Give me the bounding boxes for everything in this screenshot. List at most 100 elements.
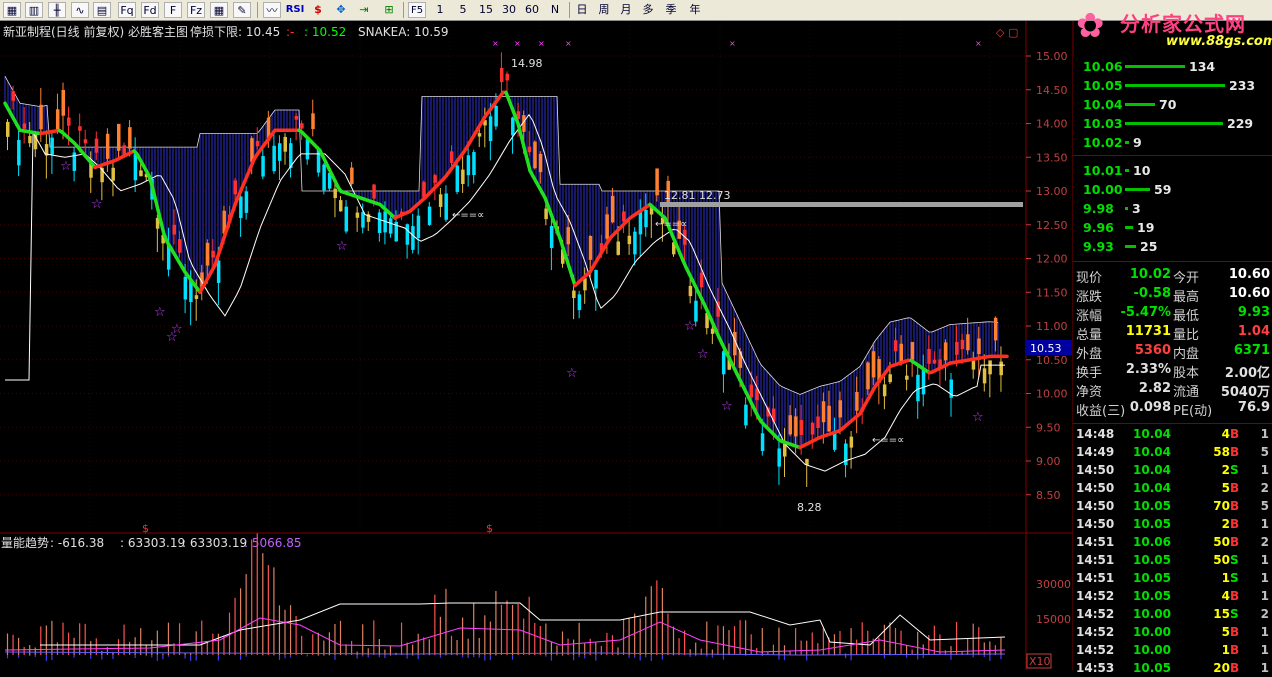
candle-body	[977, 339, 981, 354]
tick-row: 14:5310.0520B1	[1073, 659, 1272, 677]
kline-icon[interactable]: ▤	[93, 2, 111, 18]
candle-body	[988, 360, 992, 374]
order-book-row: 9.9325	[1073, 237, 1272, 255]
export-icon[interactable]: ⇥	[355, 2, 373, 18]
candle-body	[117, 124, 121, 151]
rsi-button[interactable]: RSI	[284, 2, 306, 18]
draw-tools-icon[interactable]: ✎	[233, 2, 251, 18]
range-multi-button[interactable]: 多	[637, 2, 659, 18]
order-price: 9.96	[1083, 220, 1114, 235]
tick-volume: 1	[1222, 643, 1230, 657]
range-year-button[interactable]: 年	[684, 2, 706, 18]
candle-body	[816, 416, 820, 428]
range-day-button[interactable]: 日	[571, 2, 593, 18]
range-quarter-button[interactable]: 季	[660, 2, 682, 18]
candle-body	[655, 168, 659, 195]
candle-body	[272, 146, 276, 171]
fq-icon[interactable]: Fq	[118, 2, 136, 18]
order-book-row: 10.0110	[1073, 161, 1272, 179]
f10-icon[interactable]: F	[164, 2, 182, 18]
volume-signal-line	[5, 652, 1005, 655]
period-1m-button[interactable]: 1	[429, 2, 451, 18]
dollar-marker-icon: $	[486, 522, 493, 535]
quote-row: 换手2.33%股本2.00亿	[1073, 360, 1272, 379]
candle-body	[966, 334, 970, 350]
candle-body	[217, 260, 221, 282]
range-week-button[interactable]: 周	[593, 2, 615, 18]
line-chart-icon[interactable]: ∿	[71, 2, 89, 18]
volume-trend-line	[40, 603, 1005, 645]
candle-body	[999, 362, 1003, 376]
volume-ma-line	[5, 618, 1005, 652]
quote-label: PE(动)	[1173, 400, 1212, 419]
period-n-button[interactable]: N	[544, 2, 566, 18]
candle-body	[500, 68, 504, 82]
price-tick-label: 12.50	[1036, 219, 1068, 232]
candle-body	[944, 342, 948, 360]
order-volume: 59	[1154, 182, 1171, 197]
import-icon[interactable]: ⊞	[380, 2, 398, 18]
app-icon[interactable]: ▦	[3, 2, 21, 18]
bar-chart-icon[interactable]: ▥	[25, 2, 43, 18]
money-icon[interactable]: $	[309, 2, 327, 18]
volume-bars	[8, 533, 1001, 661]
quote-row: 现价10.02今开10.60	[1073, 265, 1272, 284]
candle-body	[417, 216, 421, 238]
tick-row: 14:4910.0458B5	[1073, 443, 1272, 461]
candle-body	[883, 384, 887, 396]
indicator-icon[interactable]: 〰	[263, 2, 281, 18]
candle-body	[894, 340, 898, 351]
order-book-row: 10.05233	[1073, 76, 1272, 94]
quote-row: 外盘5360内盘6371	[1073, 341, 1272, 360]
candle-body	[12, 91, 16, 101]
star-icon: ☆	[972, 410, 984, 425]
quote-value: 2.82	[1139, 381, 1171, 396]
exit-arrow-icon: ←==∝	[452, 210, 484, 221]
f5-button[interactable]: F5	[408, 2, 426, 18]
candle-chart-icon[interactable]: ╫	[48, 2, 66, 18]
price-tick-label: 11.00	[1036, 320, 1068, 333]
tick-time: 14:52	[1076, 589, 1114, 603]
order-volume: 25	[1140, 239, 1157, 254]
candle-body	[422, 182, 426, 197]
candle-body	[67, 117, 71, 125]
tick-volume: 1	[1222, 571, 1230, 585]
candle-body	[961, 340, 965, 349]
candle-body	[700, 273, 704, 288]
range-month-button[interactable]: 月	[615, 2, 637, 18]
period-15m-button[interactable]: 15	[475, 2, 497, 18]
fz-icon[interactable]: Fz	[187, 2, 205, 18]
tick-price: 10.00	[1133, 625, 1171, 639]
candle-body	[234, 180, 238, 194]
candle-body	[139, 170, 143, 176]
period-5m-button[interactable]: 5	[452, 2, 474, 18]
x-marker-icon: ×	[538, 39, 545, 48]
toolbar-separator	[403, 2, 404, 18]
volume-axis-tick: 15000	[1036, 613, 1071, 626]
order-volume-bar	[1125, 84, 1225, 87]
tick-time: 14:51	[1076, 571, 1114, 585]
price-tick-label: 15.00	[1036, 50, 1068, 63]
tick-price: 10.05	[1133, 517, 1171, 531]
candles	[6, 52, 1003, 487]
fd-icon[interactable]: Fd	[141, 2, 159, 18]
grid-icon[interactable]: ▦	[210, 2, 228, 18]
candle-body	[866, 363, 870, 390]
flower-logo-icon: ✿	[1076, 4, 1116, 48]
cross-icon[interactable]: ✥	[332, 2, 350, 18]
tick-time: 14:50	[1076, 517, 1114, 531]
window-control-icon[interactable]: ◇ ▢	[996, 26, 1018, 39]
candle-body	[261, 156, 265, 176]
order-price: 10.04	[1083, 97, 1123, 112]
price-tick-label: 13.00	[1036, 185, 1068, 198]
candle-body	[994, 318, 998, 341]
period-60m-button[interactable]: 60	[521, 2, 543, 18]
tick-count: 2	[1261, 607, 1269, 621]
snake-label: SNAKEA: 10.59	[358, 25, 448, 39]
price-tick-label: 14.50	[1036, 84, 1068, 97]
tick-volume: 4	[1222, 589, 1230, 603]
tick-price: 10.05	[1133, 661, 1171, 675]
period-30m-button[interactable]: 30	[498, 2, 520, 18]
tick-row: 14:5210.0015S2	[1073, 605, 1272, 623]
candle-body	[572, 291, 576, 298]
